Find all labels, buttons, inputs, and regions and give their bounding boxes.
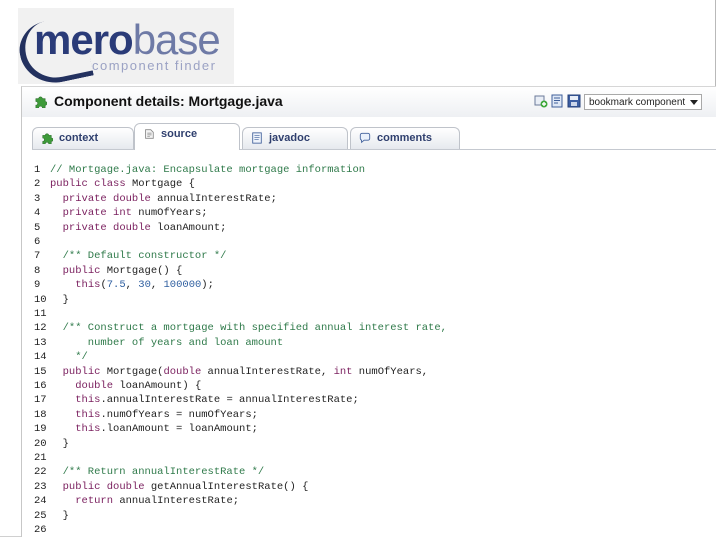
tab-label: javadoc: [269, 132, 310, 144]
line-number: 24: [34, 495, 47, 508]
code-text: }: [50, 509, 69, 522]
line-number: 16: [34, 380, 47, 392]
code-text: // Mortgage.java: Encapsulate mortgage i…: [50, 164, 366, 176]
line-number: 6: [34, 236, 41, 248]
code-text: public class Mortgage {: [50, 178, 195, 191]
code-text: public Mortgage(double annualInterestRat…: [62, 365, 429, 378]
code-text: private double annualInterestRate;: [62, 192, 277, 205]
source-code-view[interactable]: 1 // Mortgage.java: Encapsulate mortgage …: [22, 163, 712, 535]
code-text: return annualInterestRate;: [75, 495, 240, 508]
code-text: }: [50, 437, 69, 450]
chevron-down-icon: [690, 100, 698, 105]
code-text: /** Construct a mortgage with specified …: [50, 322, 447, 335]
bookmark-component-select[interactable]: bookmark component: [584, 94, 702, 110]
line-number: 26: [34, 524, 47, 535]
line-number: 10: [34, 293, 47, 306]
code-text: this.numOfYears = numOfYears;: [75, 408, 258, 421]
code-text: this.annualInterestRate = annualInterest…: [75, 394, 359, 407]
line-number: 19: [34, 423, 47, 436]
code-text: public Mortgage() {: [62, 264, 183, 277]
line-number: 21: [34, 452, 47, 464]
line-number: 11: [34, 308, 47, 320]
code-text: }: [50, 293, 69, 306]
add-bookmark-icon[interactable]: [534, 94, 548, 108]
line-number: 12: [34, 322, 47, 335]
source-icon: [145, 129, 154, 139]
document-icon: [252, 132, 262, 144]
note-icon[interactable]: [550, 94, 564, 108]
logo-secondary-text: base: [132, 16, 221, 63]
code-text: /** Return annualInterestRate */: [50, 466, 265, 479]
line-number: 5: [34, 221, 41, 234]
line-number: 7: [34, 250, 41, 263]
tab-comments[interactable]: comments: [350, 127, 460, 149]
line-number: 17: [34, 394, 47, 407]
line-number: 2: [34, 178, 41, 191]
speech-bubble-icon: [359, 132, 371, 144]
code-text: number of years and loan amount: [50, 336, 284, 349]
code-text: public double getAnnualInterestRate() {: [62, 480, 309, 493]
component-details-panel: Component details: Mortgage.java bookmar…: [21, 86, 716, 537]
line-number: 14: [34, 351, 47, 364]
line-number: 23: [34, 480, 47, 493]
code-text: private double loanAmount;: [62, 221, 227, 234]
logo-wordmark: merobase: [34, 16, 221, 63]
code-text: /** Default constructor */: [50, 250, 227, 263]
code-text: this.loanAmount = loanAmount;: [75, 423, 258, 436]
tab-source[interactable]: source: [134, 123, 240, 150]
line-number: 18: [34, 408, 47, 421]
tab-label: source: [161, 128, 198, 140]
puzzle-icon: [42, 133, 53, 144]
save-icon[interactable]: [567, 94, 581, 108]
code-text: this(7.5, 30, 100000);: [75, 279, 214, 292]
logo-primary-text: mero: [34, 16, 134, 63]
bookmark-select-value: bookmark component: [589, 97, 686, 108]
tab-javadoc[interactable]: javadoc: [242, 127, 348, 149]
panel-header: Component details: Mortgage.java bookmar…: [22, 87, 716, 117]
line-number: 8: [34, 264, 41, 277]
line-number: 13: [34, 336, 47, 349]
line-number: 15: [34, 365, 47, 378]
page-title: Component details: Mortgage.java: [54, 93, 283, 109]
puzzle-icon: [35, 96, 47, 108]
tab-label: context: [59, 132, 99, 144]
tab-context[interactable]: context: [32, 127, 134, 149]
line-number: 25: [34, 509, 47, 522]
line-number: 4: [34, 207, 41, 220]
merobase-logo[interactable]: merobase component finder: [14, 8, 234, 90]
logo-tagline: component finder: [92, 58, 217, 73]
line-number: 3: [34, 192, 41, 205]
code-text: */: [50, 351, 88, 364]
line-number: 20: [34, 437, 47, 450]
tab-bar: context source javadoc comments: [32, 123, 712, 150]
code-text: double loanAmount) {: [75, 380, 202, 392]
line-number: 1: [34, 164, 41, 176]
line-number: 22: [34, 466, 47, 479]
line-number: 9: [34, 279, 41, 292]
tab-label: comments: [377, 132, 433, 144]
code-text: private int numOfYears;: [62, 207, 208, 220]
